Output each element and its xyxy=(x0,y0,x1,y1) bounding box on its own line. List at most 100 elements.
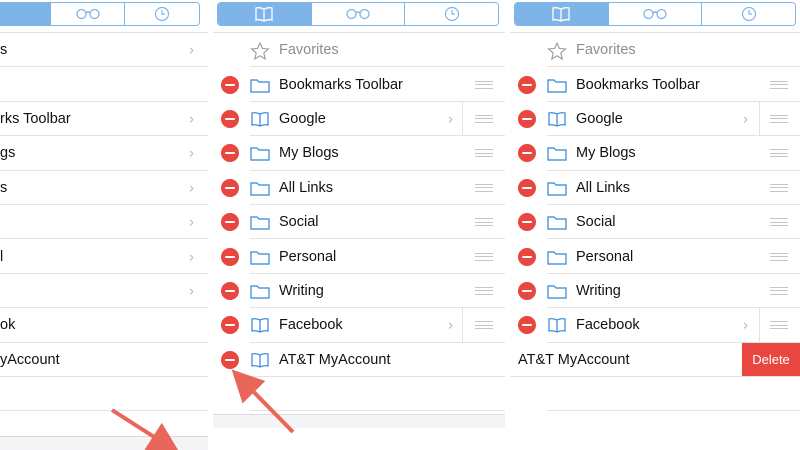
folder-icon xyxy=(250,283,270,299)
tab-bookmarks[interactable] xyxy=(0,3,51,25)
bookmark-row[interactable]: Social xyxy=(213,205,505,240)
bookmarks-panel-swipe-delete: Favorites Bookmarks Toolbar Google › My Blog… xyxy=(510,0,800,450)
bookmark-row[interactable]: Writing xyxy=(510,274,800,309)
reorder-handle-icon[interactable] xyxy=(475,149,493,158)
book-icon xyxy=(547,317,567,334)
bookmark-row[interactable]: Google › xyxy=(213,101,505,137)
bookmark-row[interactable]: My Blogs xyxy=(510,136,800,171)
delete-toggle-icon[interactable] xyxy=(221,109,239,128)
reorder-handle-icon[interactable] xyxy=(475,114,493,123)
delete-toggle-icon[interactable] xyxy=(518,144,536,163)
delete-toggle-icon[interactable] xyxy=(221,178,239,197)
empty-row[interactable] xyxy=(213,377,505,412)
reorder-handle-icon[interactable] xyxy=(770,286,788,295)
bookmark-row[interactable]: › xyxy=(0,205,208,240)
star-icon xyxy=(250,41,270,61)
reorder-handle-icon[interactable] xyxy=(475,252,493,261)
bookmark-row[interactable]: Facebook › xyxy=(510,308,800,343)
bookmark-row[interactable]: Bookmarks Toolbar xyxy=(510,67,800,102)
reorder-handle-icon[interactable] xyxy=(475,286,493,295)
bookmark-row[interactable]: › xyxy=(0,274,208,309)
reorder-handle-icon[interactable] xyxy=(770,183,788,192)
delete-toggle-icon[interactable] xyxy=(518,109,536,128)
bookmark-row[interactable]: Personal xyxy=(510,239,800,274)
tab-reading-list[interactable] xyxy=(311,3,406,25)
folder-icon xyxy=(250,249,270,265)
folder-icon xyxy=(250,77,270,93)
bookmark-row[interactable]: All Links xyxy=(213,171,505,205)
chevron-right-icon: › xyxy=(448,110,453,128)
delete-toggle-icon[interactable] xyxy=(518,178,536,197)
row-label: Personal xyxy=(576,248,634,265)
reorder-handle-icon[interactable] xyxy=(475,183,493,192)
delete-button[interactable]: Delete xyxy=(742,342,800,377)
folder-icon xyxy=(250,180,270,196)
reorder-handle-icon[interactable] xyxy=(475,218,493,227)
favorites-label: Favorites xyxy=(576,42,636,59)
reorder-handle-icon[interactable] xyxy=(770,321,788,330)
chevron-right-icon: › xyxy=(189,41,194,59)
row-divider xyxy=(547,410,800,412)
chevron-right-icon: › xyxy=(743,110,748,128)
tab-history[interactable] xyxy=(125,3,199,25)
tab-reading-list[interactable] xyxy=(608,3,703,25)
bookmarks-panel-edit-mode: Favorites Bookmarks Toolbar Google › My Blog… xyxy=(213,0,505,450)
empty-row[interactable] xyxy=(0,377,208,412)
bookmark-row[interactable]: Facebook › xyxy=(213,308,505,343)
row-label: s xyxy=(0,179,8,196)
bookmark-row[interactable]: ok xyxy=(0,308,208,343)
bookmark-row[interactable]: My Blogs xyxy=(213,136,505,171)
bookmark-row[interactable]: gs › xyxy=(0,136,208,171)
reorder-handle-icon[interactable] xyxy=(770,218,788,227)
delete-toggle-icon[interactable] xyxy=(221,281,239,300)
row-label: l xyxy=(0,248,4,265)
bookmark-row-swiped[interactable]: AT&T MyAccount Delete xyxy=(510,342,800,377)
tab-bookmarks[interactable] xyxy=(515,3,609,25)
delete-toggle-icon[interactable] xyxy=(518,316,536,335)
bottom-toolbar xyxy=(0,436,208,450)
row-label: Bookmarks Toolbar xyxy=(279,76,403,93)
bookmark-row[interactable]: Personal xyxy=(213,239,505,274)
bookmark-row[interactable]: l › xyxy=(0,239,208,274)
delete-toggle-icon[interactable] xyxy=(221,144,239,163)
glasses-icon xyxy=(643,8,667,20)
bookmark-row[interactable]: Bookmarks Toolbar xyxy=(213,67,505,102)
delete-toggle-icon[interactable] xyxy=(221,213,239,232)
reorder-handle-icon[interactable] xyxy=(770,252,788,261)
chevron-right-icon: › xyxy=(189,282,194,300)
reorder-handle-icon[interactable] xyxy=(770,114,788,123)
handle-separator xyxy=(759,308,760,343)
delete-toggle-icon[interactable] xyxy=(221,350,239,369)
bookmark-row[interactable]: AT&T MyAccount xyxy=(213,343,505,377)
bookmark-row[interactable]: Social xyxy=(510,205,800,240)
reorder-handle-icon[interactable] xyxy=(475,321,493,330)
bookmark-row[interactable]: Writing xyxy=(213,274,505,309)
chevron-right-icon: › xyxy=(189,248,194,266)
delete-toggle-icon[interactable] xyxy=(518,75,536,94)
delete-toggle-icon[interactable] xyxy=(518,281,536,300)
row-label: Google xyxy=(576,110,623,127)
tab-history[interactable] xyxy=(702,3,795,25)
delete-toggle-icon[interactable] xyxy=(221,316,239,335)
bookmark-row[interactable]: rks Toolbar › xyxy=(0,102,208,137)
tab-reading-list[interactable] xyxy=(50,3,126,25)
reorder-handle-icon[interactable] xyxy=(770,80,788,89)
delete-toggle-icon[interactable] xyxy=(518,247,536,266)
bookmark-row[interactable]: yAccount xyxy=(0,343,208,377)
bookmark-row[interactable]: All Links xyxy=(510,171,800,205)
bookmark-row[interactable]: s › xyxy=(0,171,208,205)
bookmark-row[interactable]: s › xyxy=(0,33,208,68)
tab-history[interactable] xyxy=(405,3,498,25)
tab-bookmarks[interactable] xyxy=(218,3,312,25)
delete-toggle-icon[interactable] xyxy=(221,247,239,266)
reorder-handle-icon[interactable] xyxy=(475,80,493,89)
bookmarks-panel-normal: s › rks Toolbar › gs › s › › l › › ok yAccount xyxy=(0,0,208,450)
row-label: Personal xyxy=(279,248,337,265)
row-label: All Links xyxy=(576,179,630,196)
delete-toggle-icon[interactable] xyxy=(518,213,536,232)
bookmark-row[interactable] xyxy=(0,67,208,102)
empty-row[interactable] xyxy=(510,377,800,412)
reorder-handle-icon[interactable] xyxy=(770,149,788,158)
bookmark-row[interactable]: Google › xyxy=(510,101,800,137)
delete-toggle-icon[interactable] xyxy=(221,75,239,94)
